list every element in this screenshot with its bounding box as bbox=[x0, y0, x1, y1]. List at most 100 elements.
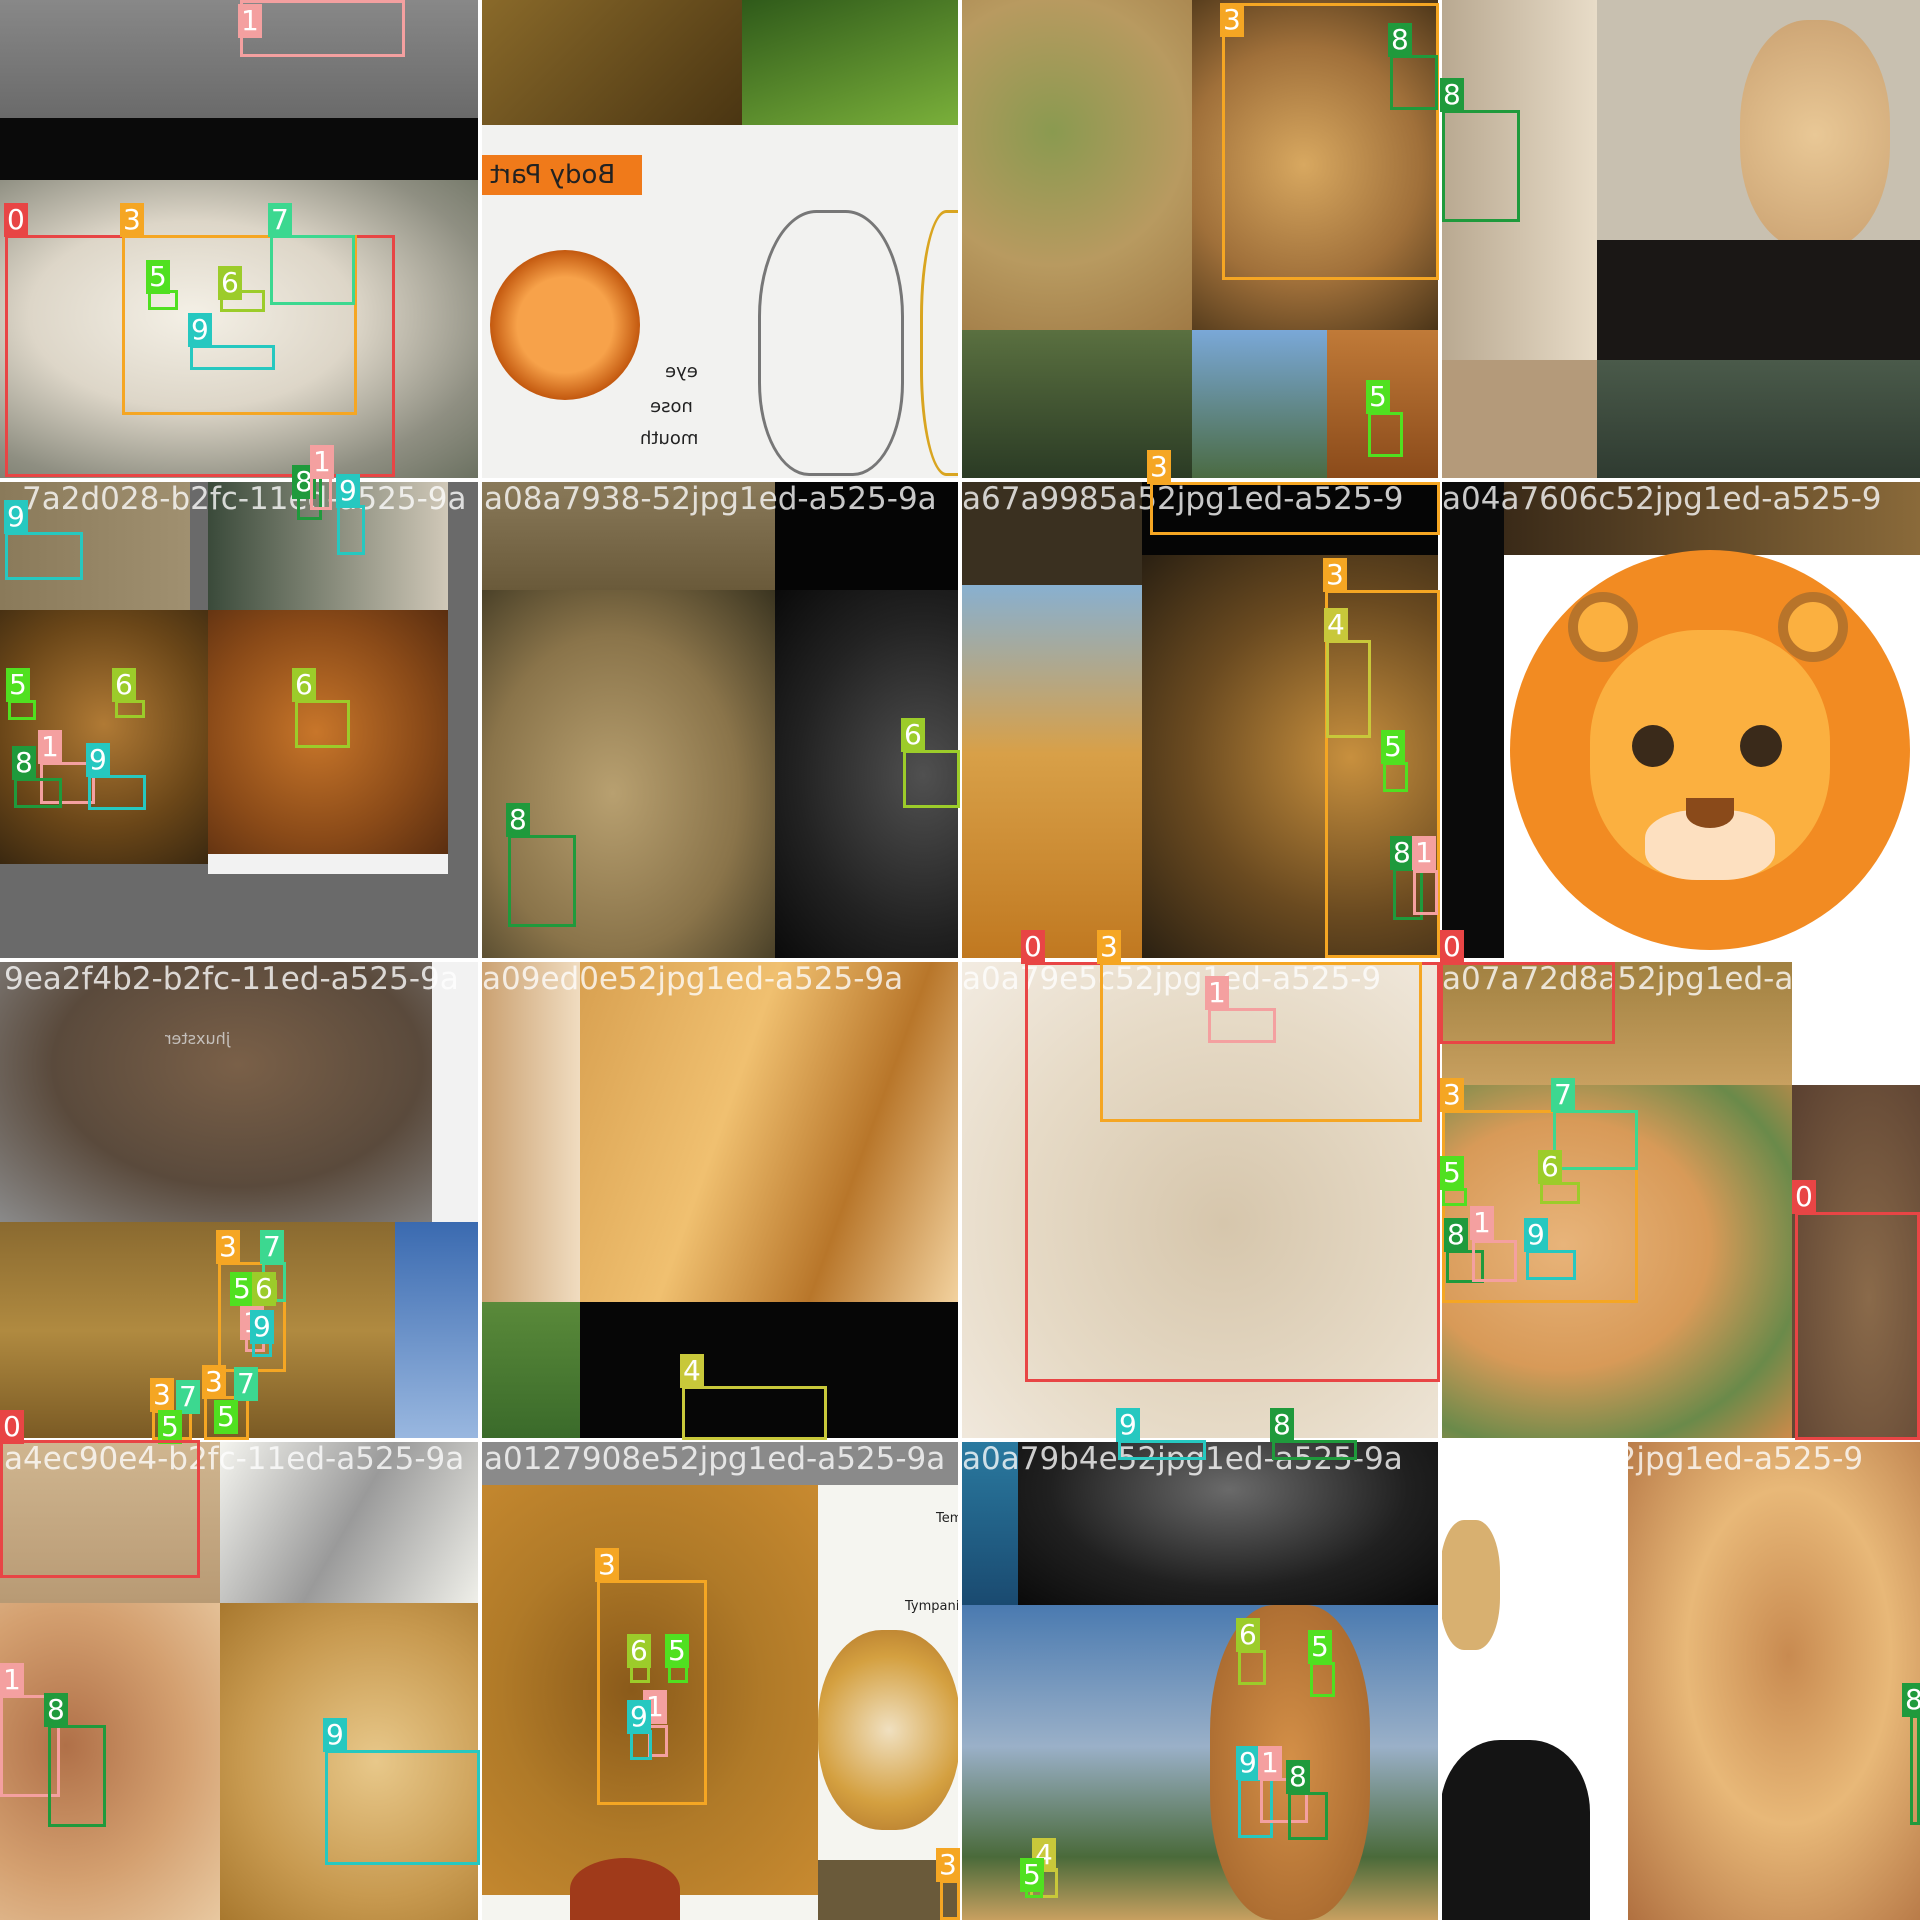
photo-region bbox=[742, 0, 960, 125]
bbox-class-8 bbox=[1910, 1715, 1920, 1825]
photo-region bbox=[580, 960, 960, 1302]
bbox-class-1 bbox=[1208, 1008, 1276, 1043]
bbox-label: 1 bbox=[238, 4, 262, 38]
filename-caption: 9ea2f4b2-b2fc-11ed-a525-9a bbox=[4, 961, 459, 997]
cartoon-lion-eye bbox=[1740, 725, 1782, 767]
image-tile-r0c3 bbox=[1440, 0, 1920, 480]
bbox-label: 8 bbox=[1902, 1683, 1920, 1717]
bbox-label: 0 bbox=[1440, 930, 1464, 964]
bbox-label: 5 bbox=[146, 260, 170, 294]
bbox-class-0 bbox=[1440, 962, 1615, 1044]
bbox-label: 3 bbox=[216, 1230, 240, 1264]
bbox-class-8 bbox=[1390, 55, 1438, 110]
bbox-label: 5 bbox=[665, 1634, 689, 1668]
bbox-label: 3 bbox=[120, 203, 144, 237]
bbox-label: 8 bbox=[1444, 1218, 1468, 1252]
image-tile-r0c1: Body Part eye nose mouth bbox=[480, 0, 960, 480]
filename-caption: a08a7938-52jpg1ed-a525-9a bbox=[484, 481, 937, 517]
bbox-label: 3 bbox=[1440, 1078, 1464, 1112]
bbox-class-8 bbox=[14, 778, 62, 808]
filename-caption: 7a2d028-b2fc-11ed-a525-9a bbox=[22, 481, 467, 517]
bbox-class-9 bbox=[337, 505, 365, 555]
person-clothes bbox=[1597, 240, 1920, 360]
diagram-text: nose bbox=[650, 396, 693, 417]
bbox-class-7 bbox=[1553, 1110, 1638, 1170]
photo-region bbox=[1597, 360, 1920, 480]
bbox-label: 7 bbox=[268, 203, 292, 237]
grid-divider bbox=[0, 478, 1920, 482]
bbox-class-9 bbox=[1118, 1440, 1206, 1460]
bbox-label: 3 bbox=[1147, 450, 1171, 484]
filename-caption: a0127908e52jpg1ed-a525-9a bbox=[484, 1441, 946, 1477]
photo-region bbox=[1440, 360, 1597, 480]
bbox-label: 3 bbox=[150, 1378, 174, 1412]
bbox-class-6 bbox=[1238, 1650, 1266, 1685]
bbox-label: 5 bbox=[158, 1410, 182, 1444]
bbox-class-6 bbox=[1540, 1182, 1580, 1204]
bbox-class-6 bbox=[903, 750, 960, 808]
bbox-label: 3 bbox=[1323, 558, 1347, 592]
person-clothes bbox=[1440, 1740, 1590, 1920]
bbox-label: 7 bbox=[260, 1230, 284, 1264]
bbox-label: 0 bbox=[0, 1410, 24, 1444]
bbox-label: 6 bbox=[218, 266, 242, 300]
bbox-label: 9 bbox=[250, 1310, 274, 1344]
photo-region bbox=[1440, 480, 1504, 960]
bbox-label: 5 bbox=[1020, 1858, 1044, 1892]
bbox-label: 6 bbox=[112, 668, 136, 702]
lion-illustration bbox=[570, 1858, 680, 1920]
bbox-class-5 bbox=[1310, 1662, 1335, 1697]
bbox-label: 5 bbox=[1366, 380, 1390, 414]
bbox-label: 4 bbox=[1324, 608, 1348, 642]
image-tile-r2c1: a09ed0e52jpg1ed-a525-9a bbox=[480, 960, 960, 1440]
lion-sketch bbox=[758, 210, 904, 476]
bbox-label: 8 bbox=[1390, 836, 1414, 870]
bbox-label: 9 bbox=[336, 474, 360, 508]
mosaic-grid: Body Part eye nose mouth 7a2d028-b2fc-11… bbox=[0, 0, 1920, 1920]
bbox-label: 3 bbox=[936, 1848, 960, 1882]
bbox-class-0 bbox=[1795, 1212, 1920, 1440]
photo-region bbox=[208, 854, 448, 874]
bbox-label: 1 bbox=[0, 1663, 24, 1697]
bbox-label: 4 bbox=[680, 1354, 704, 1388]
bbox-label: 1 bbox=[1470, 1206, 1494, 1240]
bbox-class-9 bbox=[325, 1750, 480, 1865]
bbox-label: 5 bbox=[214, 1400, 238, 1434]
bbox-class-9 bbox=[88, 775, 146, 810]
bbox-class-5 bbox=[8, 700, 36, 720]
bbox-class-5 bbox=[1383, 762, 1408, 792]
bbox-label: 9 bbox=[188, 313, 212, 347]
bbox-label: 9 bbox=[1116, 1408, 1140, 1442]
cartoon-lion-nose bbox=[1686, 798, 1734, 828]
bbox-class-1 bbox=[1413, 870, 1438, 915]
bbox-label: 6 bbox=[1236, 1618, 1260, 1652]
photo-region bbox=[960, 0, 1192, 330]
bbox-label: 1 bbox=[1205, 976, 1229, 1010]
person-face bbox=[1740, 20, 1890, 250]
image-text: Tympanic bulla bbox=[905, 1599, 960, 1614]
bbox-label: 9 bbox=[1236, 1746, 1260, 1780]
bbox-label: 8 bbox=[12, 746, 36, 780]
bbox-label: 7 bbox=[234, 1367, 258, 1401]
bbox-label: 9 bbox=[4, 500, 28, 534]
bbox-label: 6 bbox=[627, 1634, 651, 1668]
bbox-class-7 bbox=[270, 235, 355, 305]
bbox-class-9 bbox=[1526, 1250, 1576, 1280]
photo-region bbox=[960, 585, 1142, 960]
cartoon-lion-ear bbox=[1568, 592, 1638, 662]
bbox-class-0 bbox=[0, 1440, 200, 1578]
photo-region bbox=[395, 1222, 480, 1440]
cartoon-lion-ear bbox=[1778, 592, 1848, 662]
bbox-class-8 bbox=[508, 835, 576, 927]
bbox-class-4 bbox=[682, 1386, 827, 1440]
bbox-label: 0 bbox=[1021, 930, 1045, 964]
bbox-label: 6 bbox=[292, 668, 316, 702]
bbox-label: 3 bbox=[1220, 3, 1244, 37]
bbox-label: 8 bbox=[1270, 1408, 1294, 1442]
bbox-label: 7 bbox=[176, 1380, 200, 1414]
bbox-class-3 bbox=[1150, 482, 1440, 535]
bbox-label: 1 bbox=[38, 730, 62, 764]
photo-region bbox=[1192, 330, 1327, 480]
diagram-text: mouth bbox=[640, 428, 699, 449]
bbox-label: 9 bbox=[627, 1700, 651, 1734]
